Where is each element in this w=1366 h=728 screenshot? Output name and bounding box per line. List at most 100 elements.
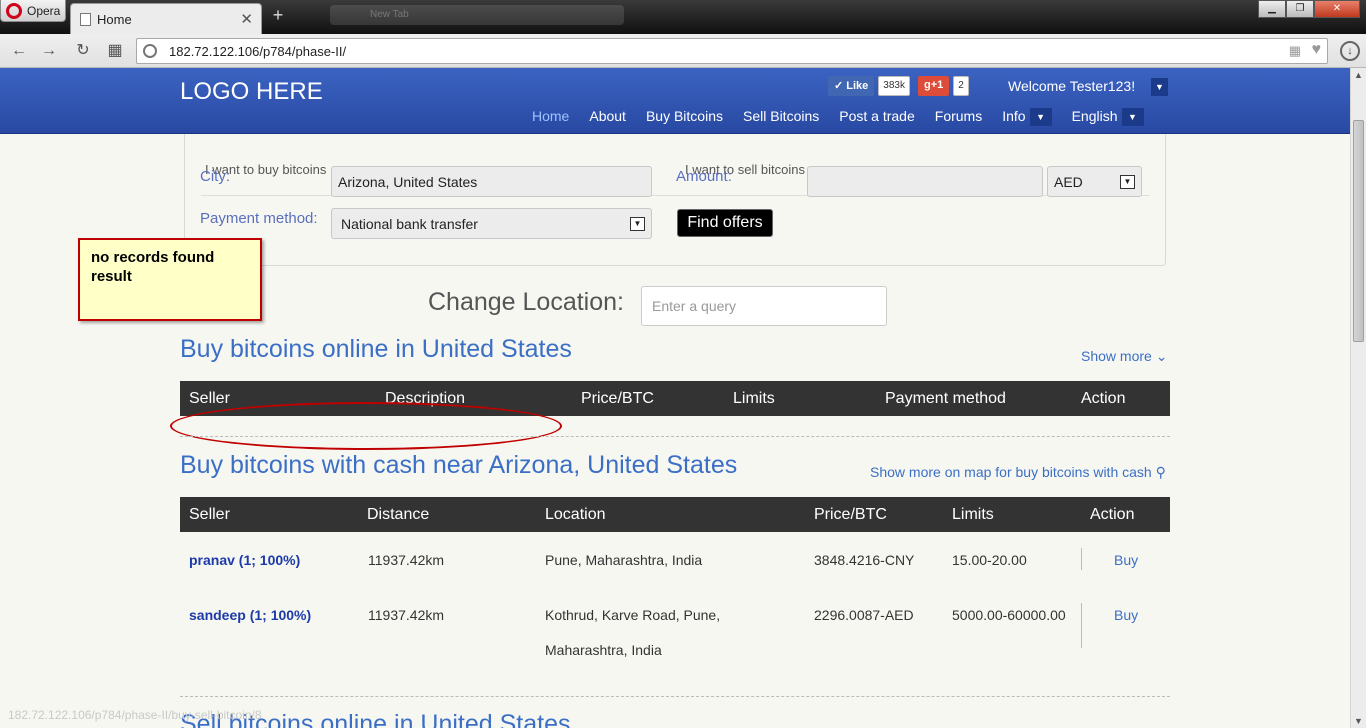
- map-pin-icon: ⚲: [1155, 464, 1166, 480]
- col-seller: Seller: [189, 506, 230, 523]
- section-divider: [180, 696, 1170, 697]
- scrollbar-thumb[interactable]: [1353, 120, 1364, 342]
- payment-method-value: National bank transfer: [341, 216, 478, 232]
- col-distance: Distance: [367, 506, 430, 523]
- nav-post-a-trade[interactable]: Post a trade: [839, 108, 915, 126]
- col-limits: Limits: [952, 506, 994, 523]
- price-cell: 2296.0087-AED: [814, 607, 914, 623]
- heart-icon[interactable]: ♥: [1312, 41, 1322, 59]
- gplus-count: 2: [953, 76, 969, 96]
- buy-link[interactable]: Buy: [1114, 607, 1138, 623]
- location-cell: Kothrud, Karve Road, Pune,: [545, 607, 721, 623]
- chevron-down-icon: ⌄: [1155, 348, 1168, 364]
- nav-info-label: Info: [1002, 108, 1026, 124]
- scroll-up-arrow-icon[interactable]: ▲: [1354, 70, 1363, 80]
- cash-table-header: Seller Distance Location Price/BTC Limit…: [180, 497, 1170, 532]
- currency-value: AED: [1054, 174, 1083, 190]
- social-buttons: ✓ Like 383k g+1 2: [828, 76, 969, 96]
- browser-tab-bar: Opera Home ✕ + New Tab ▁ ❐ ✕: [0, 0, 1366, 34]
- col-location: Location: [545, 506, 606, 523]
- page-viewport: I want to buy bitcoins I want to sell bi…: [0, 68, 1350, 728]
- nav-about[interactable]: About: [589, 108, 626, 126]
- site-header: LOGO HERE ✓ Like 383k g+1 2 Welcome Test…: [0, 68, 1350, 134]
- chevron-down-icon: ▼: [1121, 108, 1144, 127]
- close-window-button[interactable]: ✕: [1314, 0, 1360, 18]
- download-icon[interactable]: ↓: [1340, 41, 1360, 61]
- back-arrow-icon[interactable]: ←: [8, 40, 30, 62]
- col-limits: Limits: [733, 390, 775, 407]
- buy-cash-title: Buy bitcoins with cash near Arizona, Uni…: [180, 451, 738, 479]
- browser-toolbar: ← → ↻ ▦ 182.72.122.106/p784/phase-II/ ▦ …: [0, 34, 1366, 68]
- chevron-down-icon: ▼: [1029, 108, 1052, 127]
- browser-tab-home[interactable]: Home ✕: [70, 3, 262, 34]
- chevron-down-icon: ▼: [630, 217, 645, 231]
- close-tab-icon[interactable]: ✕: [240, 10, 253, 28]
- location-cell: Pune, Maharashtra, India: [545, 552, 703, 568]
- show-more-link[interactable]: Show more ⌄: [1081, 348, 1167, 365]
- ghost-tab[interactable]: New Tab: [330, 5, 624, 25]
- col-price: Price/BTC: [581, 390, 654, 407]
- location-cell-line2: Maharashtra, India: [545, 642, 662, 658]
- address-bar[interactable]: 182.72.122.106/p784/phase-II/ ▦ ♥: [136, 38, 1328, 64]
- opera-menu-label: Opera: [27, 4, 61, 18]
- col-seller: Seller: [189, 390, 230, 407]
- opera-menu-button[interactable]: Opera: [0, 0, 66, 22]
- google-plus-button[interactable]: g+1: [917, 76, 950, 96]
- status-bar-url: 182.72.122.106/p784/phase-II/buy-sell-bi…: [8, 708, 262, 722]
- nav-buy-bitcoins[interactable]: Buy Bitcoins: [646, 108, 723, 126]
- reload-icon[interactable]: ↻: [72, 40, 94, 62]
- payment-method-select[interactable]: National bank transfer ▼: [331, 208, 652, 239]
- address-text[interactable]: 182.72.122.106/p784/phase-II/: [169, 44, 346, 59]
- forward-arrow-icon[interactable]: →: [38, 40, 60, 62]
- location-query-input[interactable]: Enter a query: [641, 286, 887, 326]
- buy-online-title: Buy bitcoins online in United States: [180, 335, 572, 363]
- like-label: Like: [846, 80, 869, 92]
- city-input[interactable]: Arizona, United States: [331, 166, 652, 197]
- facebook-like-button[interactable]: ✓ Like: [828, 76, 875, 96]
- change-location-label: Change Location:: [428, 288, 624, 316]
- speed-dial-grid-icon[interactable]: ▦: [104, 40, 126, 62]
- window-controls: ▁ ❐ ✕: [1258, 0, 1360, 18]
- nav-language[interactable]: English ▼: [1071, 108, 1144, 127]
- user-menu-chevron-icon[interactable]: ▼: [1151, 78, 1168, 96]
- distance-cell: 11937.42km: [368, 552, 445, 568]
- amount-input[interactable]: [807, 166, 1043, 197]
- city-label: City:: [200, 168, 230, 185]
- scroll-down-arrow-icon[interactable]: ▼: [1354, 716, 1363, 726]
- limits-cell: 5000.00-60000.00: [952, 607, 1066, 623]
- nav-home[interactable]: Home: [532, 108, 569, 126]
- site-info-icon[interactable]: [143, 44, 157, 58]
- annotation-note: no records found result: [78, 238, 262, 321]
- nav-info[interactable]: Info ▼: [1002, 108, 1052, 127]
- new-tab-button[interactable]: +: [266, 6, 290, 26]
- show-more-map-label: Show more on map for buy bitcoins with c…: [870, 464, 1152, 480]
- main-nav: Home About Buy Bitcoins Sell Bitcoins Po…: [532, 108, 1164, 127]
- cell-divider: [1081, 548, 1082, 570]
- opera-logo-icon: [6, 3, 22, 19]
- buy-link[interactable]: Buy: [1114, 552, 1138, 568]
- site-logo[interactable]: LOGO HERE: [180, 78, 323, 106]
- section-divider: [180, 436, 1170, 437]
- cell-divider: [1081, 603, 1082, 648]
- seller-link[interactable]: pranav (1; 100%): [189, 552, 300, 568]
- stash-grid-icon[interactable]: ▦: [1289, 43, 1301, 59]
- seller-link[interactable]: sandeep (1; 100%): [189, 607, 311, 623]
- nav-sell-bitcoins[interactable]: Sell Bitcoins: [743, 108, 819, 126]
- payment-method-label: Payment method:: [200, 210, 318, 227]
- nav-forums[interactable]: Forums: [935, 108, 982, 126]
- welcome-user[interactable]: Welcome Tester123!: [1008, 78, 1135, 94]
- maximize-button[interactable]: ❐: [1286, 0, 1314, 18]
- like-count: 383k: [878, 76, 910, 96]
- col-payment-method: Payment method: [885, 390, 1006, 407]
- distance-cell: 11937.42km: [368, 607, 445, 623]
- currency-select[interactable]: AED ▼: [1047, 166, 1142, 197]
- show-more-map-link[interactable]: Show more on map for buy bitcoins with c…: [870, 464, 1166, 481]
- tab-title: Home: [97, 12, 132, 27]
- limits-cell: 15.00-20.00: [952, 552, 1027, 568]
- chevron-down-icon: ▼: [1120, 175, 1135, 189]
- vertical-scrollbar[interactable]: ▲ ▼: [1350, 68, 1366, 728]
- page-icon: [80, 13, 91, 26]
- find-offers-button[interactable]: Find offers: [677, 209, 773, 237]
- minimize-button[interactable]: ▁: [1258, 0, 1286, 18]
- nav-language-label: English: [1071, 108, 1118, 124]
